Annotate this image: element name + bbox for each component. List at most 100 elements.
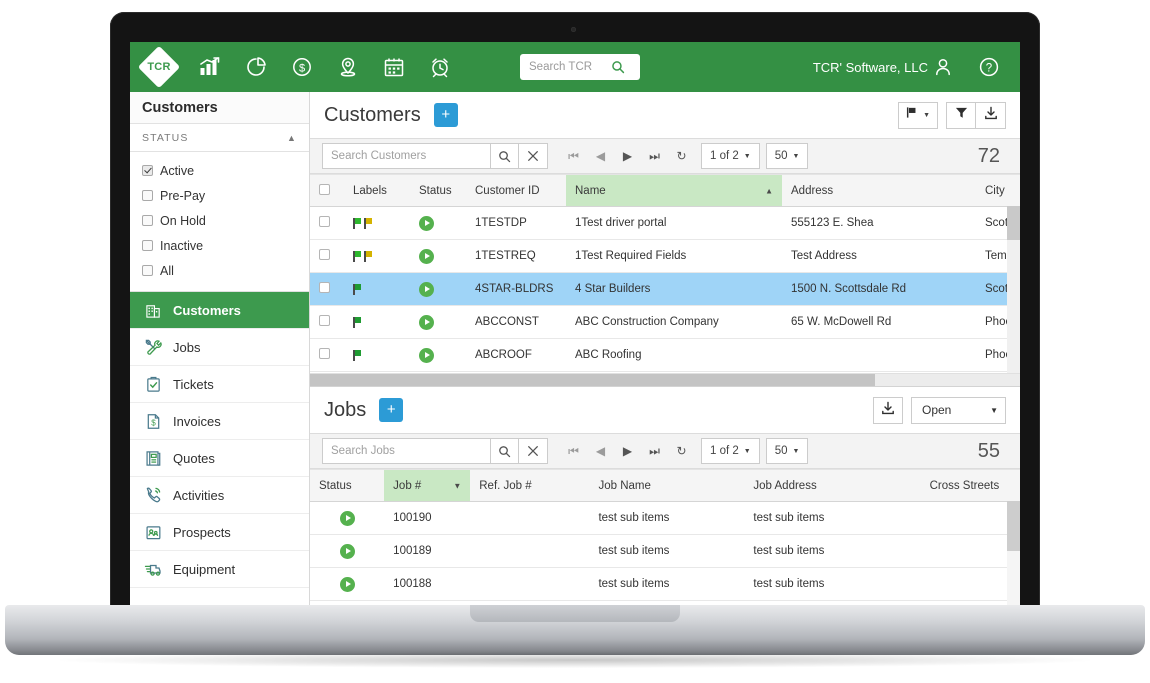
jobs-clear-button[interactable] [519,438,548,464]
row-select-cell[interactable] [310,272,344,306]
sidebar-item-label: Equipment [173,561,236,577]
row-select-cell[interactable] [310,338,344,372]
jobs-status-filter-dropdown[interactable]: Open ▼ [911,396,1006,424]
column-address[interactable]: Address [782,174,976,207]
add-job-button[interactable]: + [379,398,404,422]
map-pin-icon[interactable] [325,42,371,92]
customers-page-size-selector[interactable]: 50 ▼ [765,143,809,169]
chart-bar-icon[interactable] [187,42,233,92]
row-checkbox[interactable] [319,282,330,293]
select-all-header[interactable] [310,174,344,207]
table-row[interactable]: 4STAR-BLDRS 4 Star Builders 1500 N. Scot… [310,272,1020,306]
row-select-cell[interactable] [310,305,344,339]
checkbox-all[interactable] [142,265,153,276]
search-icon[interactable] [611,60,625,74]
calendar-icon[interactable] [371,42,417,92]
sidebar-item-tickets[interactable]: Tickets [130,366,309,403]
jobs-export-button[interactable] [873,396,903,424]
customers-search-input[interactable] [322,143,490,169]
row-select-cell[interactable] [310,206,344,240]
customers-search-button[interactable] [490,143,519,169]
alarm-clock-icon[interactable] [417,42,463,92]
pie-chart-icon[interactable] [233,42,279,92]
customers-clear-button[interactable] [519,143,548,169]
sidebar-status-section-header[interactable]: STATUS ▲ [130,124,309,152]
column-job-number[interactable]: Job # ▼ [384,469,471,502]
checkbox-on-hold[interactable] [142,215,153,226]
customers-page-selector[interactable]: 1 of 2 ▼ [701,143,760,169]
last-page-icon[interactable]: ⏭ [641,143,668,169]
next-page-icon[interactable]: ▶ [614,438,641,464]
sidebar-item-invoices[interactable]: $ Invoices [130,403,309,440]
first-page-icon[interactable]: ⏮ [560,438,587,464]
sidebar-item-customers[interactable]: Customers [130,292,309,329]
tcr-logo[interactable]: TCR [137,45,181,89]
prev-page-icon[interactable]: ◀ [587,438,614,464]
flag-dropdown-button[interactable]: ▼ [898,101,938,129]
status-filter-on-hold[interactable]: On Hold [130,208,309,233]
customers-vertical-scrollbar[interactable] [1007,206,1020,373]
next-page-icon[interactable]: ▶ [614,143,641,169]
add-customer-button[interactable]: + [433,103,458,127]
checkbox-inactive[interactable] [142,240,153,251]
column-cross-streets[interactable]: Cross Streets [920,469,1020,502]
table-row[interactable]: 100189 test sub items test sub items Gil… [310,534,1020,568]
sidebar-item-activities[interactable]: Activities [130,477,309,514]
chevron-up-icon[interactable]: ▲ [287,133,297,143]
row-select-cell[interactable] [310,239,344,273]
table-row[interactable]: 1TESTREQ 1Test Required Fields Test Addr… [310,239,1020,273]
prev-page-icon[interactable]: ◀ [587,143,614,169]
row-checkbox[interactable] [319,249,330,260]
status-filter-pre-pay[interactable]: Pre-Pay [130,183,309,208]
jobs-page-size-selector[interactable]: 50 ▼ [765,438,809,464]
column-job-address[interactable]: Job Address [744,469,921,502]
column-customer-id[interactable]: Customer ID [466,174,566,207]
column-name[interactable]: Name ▲ [566,174,782,207]
table-row[interactable]: 100190 test sub items test sub items Gil… [310,501,1020,535]
jobs-search-button[interactable] [490,438,519,464]
select-all-checkbox[interactable] [319,183,330,195]
jobs-search-input[interactable] [322,438,490,464]
customers-horizontal-scrollbar[interactable] [310,373,1020,386]
column-labels[interactable]: Labels [344,174,410,207]
help-circle-icon[interactable]: ? [966,42,1012,92]
dollar-circle-icon[interactable]: $ [279,42,325,92]
first-page-icon[interactable]: ⏮ [560,143,587,169]
status-filter-inactive[interactable]: Inactive [130,233,309,258]
status-filter-all[interactable]: All [130,258,309,283]
table-row[interactable]: 1TESTDP 1Test driver portal 555123 E. Sh… [310,206,1020,240]
column-ref-job-number[interactable]: Ref. Job # [470,469,590,502]
logo-text: TCR [147,61,171,73]
table-row[interactable]: ABCCONST ABC Construction Company 65 W. … [310,305,1020,339]
last-page-icon[interactable]: ⏭ [641,438,668,464]
status-filter-active[interactable]: Active [130,158,309,183]
column-job-name[interactable]: Job Name [589,469,745,502]
scrollbar-thumb[interactable] [310,374,875,386]
table-row[interactable]: ABCROOF ABC Roofing Phoenix [310,338,1020,372]
scrollbar-thumb[interactable] [1007,206,1020,240]
sidebar-item-prospects[interactable]: Prospects [130,514,309,551]
column-city[interactable]: City [976,174,1020,207]
global-search[interactable] [520,54,640,80]
sidebar-item-jobs[interactable]: Jobs [130,329,309,366]
row-checkbox[interactable] [319,315,330,326]
checkbox-pre-pay[interactable] [142,190,153,201]
refresh-icon[interactable]: ↻ [668,438,695,464]
scrollbar-thumb[interactable] [1007,501,1020,551]
export-button[interactable] [976,101,1006,129]
filter-button[interactable] [946,101,976,129]
sidebar-item-quotes[interactable]: Quotes [130,440,309,477]
user-icon[interactable] [920,42,966,92]
jobs-page-selector[interactable]: 1 of 2 ▼ [701,438,760,464]
column-status[interactable]: Status [310,469,385,502]
jobs-vertical-scrollbar[interactable] [1007,501,1020,610]
global-search-input[interactable] [529,61,607,73]
row-checkbox[interactable] [319,348,330,359]
table-row[interactable]: 100188 test sub items test sub items Gil… [310,567,1020,601]
column-status[interactable]: Status [410,174,466,207]
invoice-dollar-icon: $ [142,413,164,430]
row-checkbox[interactable] [319,216,330,227]
sidebar-item-equipment[interactable]: Equipment [130,551,309,588]
checkbox-active[interactable] [142,165,153,176]
refresh-icon[interactable]: ↻ [668,143,695,169]
